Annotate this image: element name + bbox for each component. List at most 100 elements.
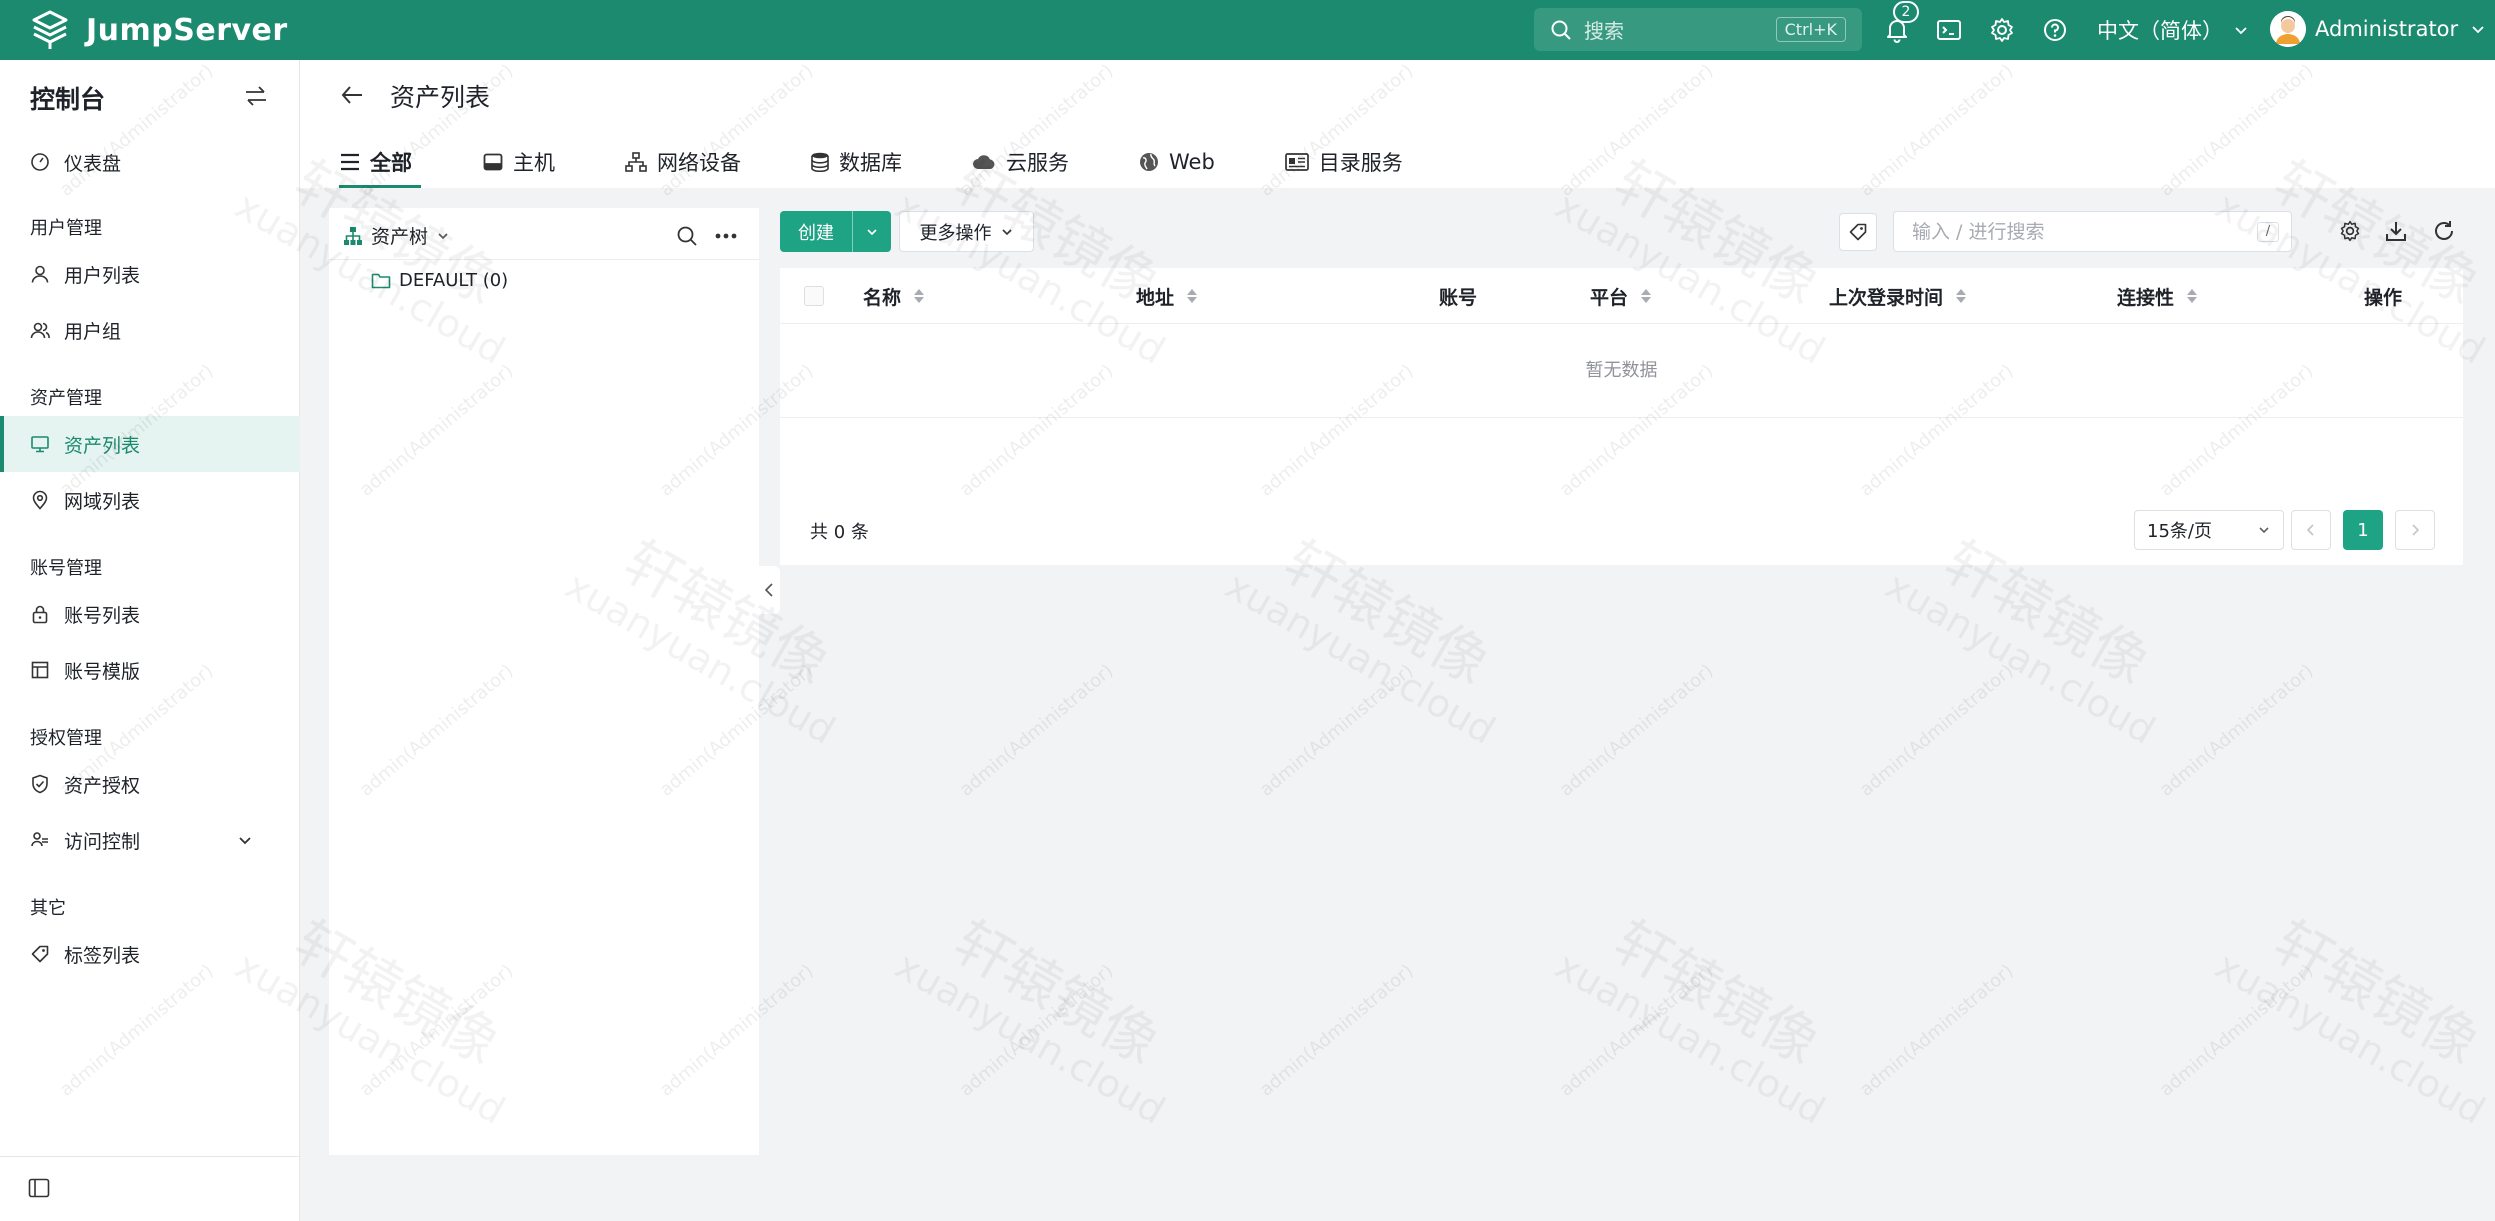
tree-search-icon[interactable] — [676, 225, 698, 247]
tab-label: 数据库 — [839, 151, 902, 175]
language-selector[interactable]: 中文（简体） — [2097, 15, 2249, 45]
next-page-button[interactable] — [2395, 510, 2435, 550]
tab-database[interactable]: 数据库 — [811, 136, 902, 188]
current-page[interactable]: 1 — [2343, 510, 2383, 550]
sidebar-item-asset-perm[interactable]: 资产授权 — [0, 756, 300, 812]
shield-check-icon — [32, 774, 48, 794]
user-name: Administrator — [2315, 17, 2459, 41]
label-filter-button[interactable] — [1839, 213, 1877, 251]
watermark-text: admin(Administrator) — [1855, 660, 2018, 801]
back-arrow-icon[interactable] — [340, 84, 364, 106]
watermark-text: admin(Administrator) — [955, 960, 1118, 1101]
table-search-field[interactable]: / — [1893, 211, 2292, 252]
watermark-text: admin(Administrator) — [1555, 960, 1718, 1101]
template-icon — [31, 661, 49, 679]
table-search-input[interactable] — [1912, 212, 2242, 251]
sidebar-group-perm-mgmt: 授权管理 — [30, 728, 102, 749]
select-all-checkbox[interactable] — [804, 286, 824, 306]
host-icon — [483, 153, 503, 171]
column-label: 账号 — [1439, 286, 1478, 309]
asset-tree-dropdown[interactable]: 资产树 — [343, 222, 450, 249]
gear-icon[interactable] — [1989, 17, 2015, 43]
watermark-text: 轩辕镜像xuanyuan.cloud — [2208, 909, 2493, 1133]
sort-icon[interactable] — [913, 287, 925, 305]
sidebar-item-access-control[interactable]: 访问控制 — [0, 812, 300, 868]
page-title: 资产列表 — [390, 83, 491, 112]
brand-name: JumpServer — [86, 12, 288, 48]
refresh-icon[interactable] — [2433, 220, 2455, 242]
sidebar-item-account-template[interactable]: 账号模版 — [0, 642, 300, 698]
sidebar-title: 控制台 — [30, 85, 106, 114]
more-actions-button[interactable]: 更多操作 — [899, 211, 1034, 252]
monitor-icon — [31, 436, 49, 453]
table-header: 名称 地址 账号 平台 上次登录时间 连接性 操作 — [780, 268, 2463, 324]
sidebar-item-zone-list[interactable]: 网域列表 — [0, 472, 300, 528]
sort-icon[interactable] — [2186, 287, 2198, 305]
watermark-text: admin(Administrator) — [1555, 660, 1718, 801]
tree-collapse-button[interactable] — [758, 566, 780, 614]
prev-page-button[interactable] — [2291, 510, 2331, 550]
tab-directory-service[interactable]: 目录服务 — [1284, 136, 1403, 188]
tab-network-device[interactable]: 网络设备 — [625, 136, 741, 188]
sort-icon[interactable] — [1640, 287, 1652, 305]
id-card-icon — [1284, 153, 1309, 171]
brand-logo[interactable]: JumpServer — [28, 8, 288, 52]
column-label: 操作 — [2364, 286, 2403, 309]
more-options-icon[interactable] — [715, 233, 737, 239]
sidebar-item-label: 资产授权 — [64, 774, 141, 797]
sidebar-item-label-list[interactable]: 标签列表 — [0, 926, 300, 982]
sidebar-item-dashboard[interactable]: 仪表盘 — [0, 134, 300, 190]
sidebar-item-user-list[interactable]: 用户列表 — [0, 246, 300, 302]
tree-node-label: DEFAULT (0) — [399, 270, 509, 291]
tree-node-default[interactable]: DEFAULT (0) — [371, 270, 508, 291]
global-search[interactable]: 搜索 Ctrl+K — [1534, 8, 1862, 51]
watermark-text: admin(Administrator) — [1255, 660, 1418, 801]
sidebar-group-user-mgmt: 用户管理 — [30, 218, 102, 239]
column-label: 平台 — [1590, 286, 1629, 309]
user-menu[interactable]: Administrator — [2270, 11, 2486, 47]
sidebar-toggle-icon[interactable] — [28, 1178, 50, 1198]
terminal-icon[interactable] — [1936, 17, 1962, 43]
tab-cloud[interactable]: 云服务 — [972, 136, 1069, 188]
sort-icon[interactable] — [1955, 287, 1967, 305]
lock-icon — [32, 605, 48, 624]
create-button[interactable]: 创建 — [780, 211, 891, 252]
location-icon — [32, 490, 48, 510]
watermark-text: admin(Administrator) — [2155, 660, 2318, 801]
top-navbar: JumpServer 搜索 Ctrl+K 2 中文（简体） Administra… — [0, 0, 2495, 60]
chevron-down-icon — [438, 232, 448, 239]
tab-label: 主机 — [513, 151, 555, 175]
search-placeholder: 搜索 — [1584, 19, 1624, 43]
help-icon[interactable] — [2042, 17, 2068, 43]
page-size-value: 15条/页 — [2147, 521, 2212, 542]
gear-icon[interactable] — [2339, 220, 2361, 242]
watermark-text: admin(Administrator) — [1855, 960, 2018, 1101]
column-label: 连接性 — [2117, 286, 2175, 309]
download-icon[interactable] — [2385, 220, 2407, 242]
empty-state: 暂无数据 — [780, 324, 2463, 418]
column-header-address[interactable]: 地址 — [1136, 268, 1198, 324]
sidebar-item-asset-list[interactable]: 资产列表 — [0, 416, 300, 472]
create-dropdown-toggle[interactable] — [853, 225, 891, 239]
switch-view-icon[interactable] — [244, 85, 268, 107]
sidebar-item-label: 网域列表 — [64, 490, 141, 513]
sidebar-item-account-list[interactable]: 账号列表 — [0, 586, 300, 642]
search-shortcut-key: / — [2257, 222, 2279, 242]
column-header-name[interactable]: 名称 — [863, 268, 925, 324]
column-header-last-login[interactable]: 上次登录时间 — [1829, 268, 1967, 324]
language-label: 中文（简体） — [2097, 19, 2223, 43]
column-header-platform[interactable]: 平台 — [1590, 268, 1652, 324]
column-header-connectivity[interactable]: 连接性 — [2117, 268, 2198, 324]
sidebar-item-user-group[interactable]: 用户组 — [0, 302, 300, 358]
watermark-text: admin(Administrator) — [1255, 960, 1418, 1101]
page-size-select[interactable]: 15条/页 — [2134, 510, 2284, 550]
user-icon — [31, 265, 49, 283]
tab-all[interactable]: 全部 — [339, 136, 421, 188]
sort-icon[interactable] — [1186, 287, 1198, 305]
tab-host[interactable]: 主机 — [483, 136, 555, 188]
network-icon — [625, 152, 647, 172]
chevron-left-icon — [2306, 524, 2314, 536]
notification-badge: 2 — [1893, 1, 1919, 23]
tab-label: Web — [1169, 150, 1215, 174]
tab-web[interactable]: Web — [1139, 136, 1215, 188]
